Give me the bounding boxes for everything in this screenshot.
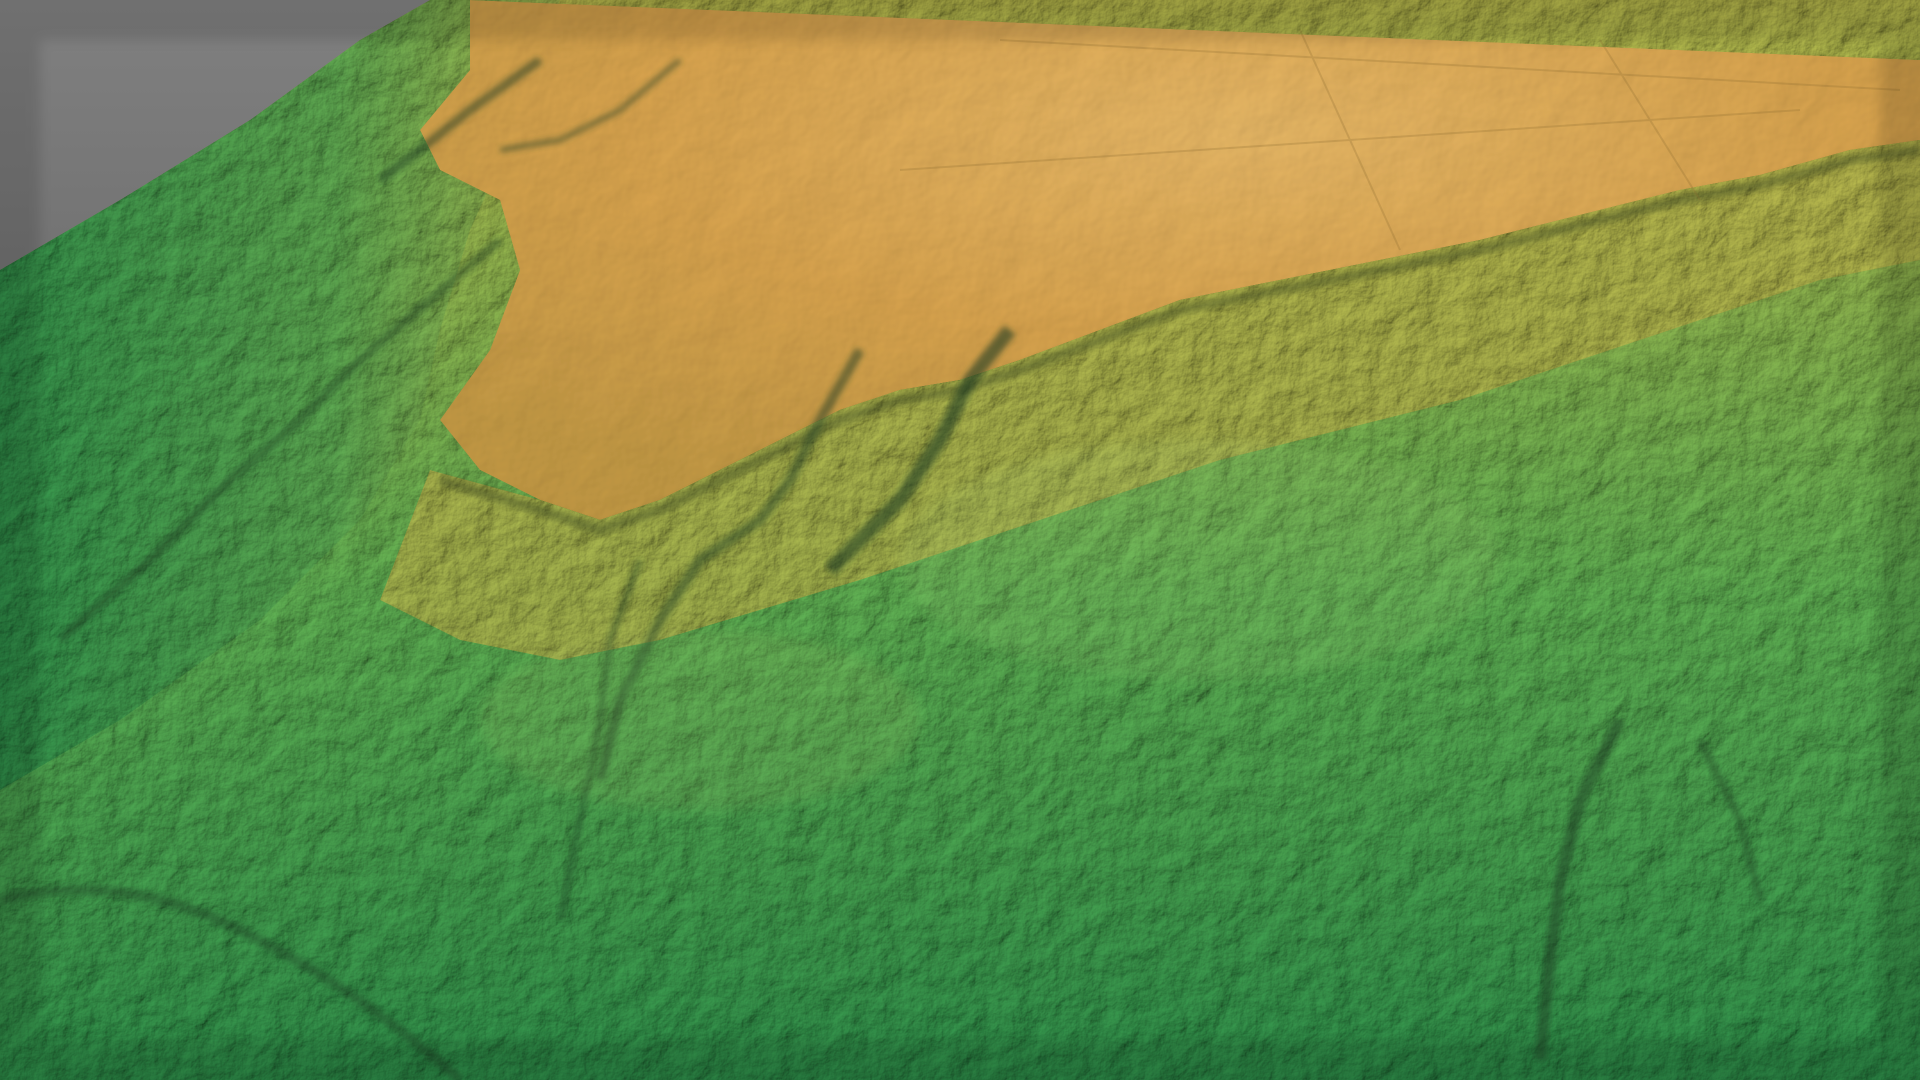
lowland-highlight xyxy=(900,440,1500,680)
terrain-render xyxy=(0,0,1920,1080)
terrain-scene xyxy=(0,0,1920,1080)
lowland-highlight-2 xyxy=(480,630,920,810)
